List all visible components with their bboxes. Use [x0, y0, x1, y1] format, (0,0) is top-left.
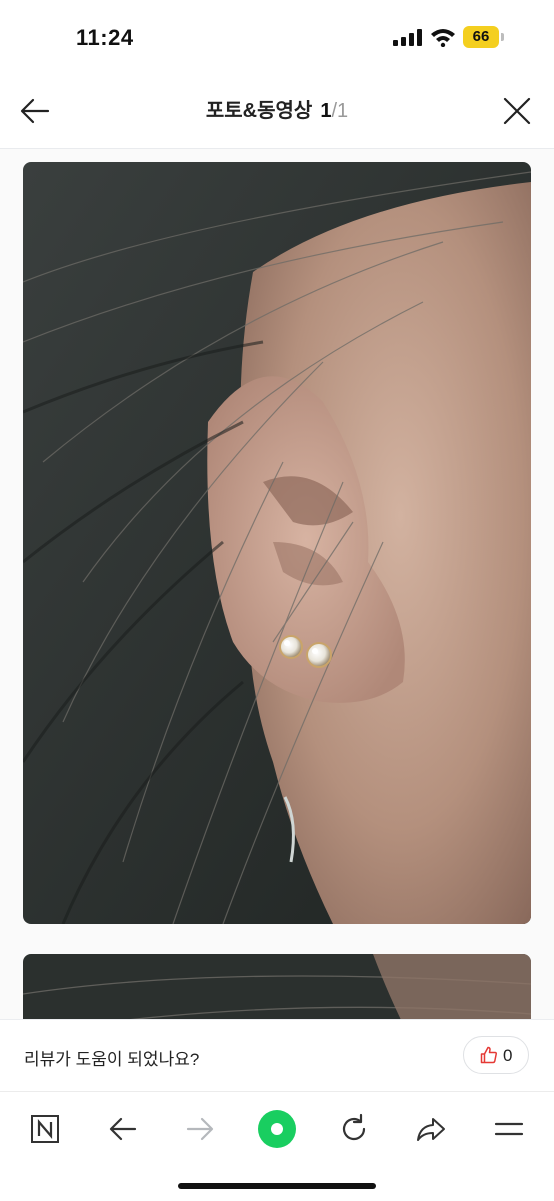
page-title: 포토&동영상 1/1 [0, 96, 554, 126]
review-feedback-bar: 리뷰가 도움이 되었나요? 0 [0, 1019, 554, 1092]
cellular-signal-icon [393, 29, 422, 46]
naver-n-icon[interactable] [25, 1109, 65, 1149]
battery-level: 66 [472, 28, 490, 45]
feedback-question: 리뷰가 도움이 되었나요? [24, 1050, 200, 1069]
like-button[interactable]: 0 [463, 1036, 529, 1074]
thumbs-up-icon [480, 1046, 497, 1064]
page-current: 1 [320, 100, 332, 122]
status-bar: 11:24 66 [0, 0, 554, 72]
viewer-header: 포토&동영상 1/1 [0, 72, 554, 149]
review-photo[interactable] [23, 954, 531, 1019]
status-time: 11:24 [76, 25, 134, 50]
forward-arrow-icon[interactable] [180, 1109, 220, 1149]
share-icon[interactable] [411, 1109, 451, 1149]
home-indicator[interactable] [178, 1183, 376, 1189]
green-dot-icon[interactable] [257, 1109, 297, 1149]
battery-cap [501, 33, 504, 41]
page-total: 1 [337, 100, 349, 122]
title-text: 포토&동영상 [205, 100, 313, 122]
review-photo[interactable] [23, 162, 531, 924]
like-count: 0 [503, 1046, 513, 1065]
menu-icon[interactable] [489, 1109, 529, 1149]
reload-icon[interactable] [334, 1109, 374, 1149]
close-x-icon[interactable] [500, 94, 534, 128]
second-photo-image [23, 954, 531, 1019]
battery-indicator: 66 [463, 26, 505, 48]
back-arrow-icon[interactable] [103, 1109, 143, 1149]
earring-photo-image [23, 162, 531, 924]
photo-gallery[interactable] [0, 149, 554, 1019]
wifi-icon [431, 29, 455, 47]
